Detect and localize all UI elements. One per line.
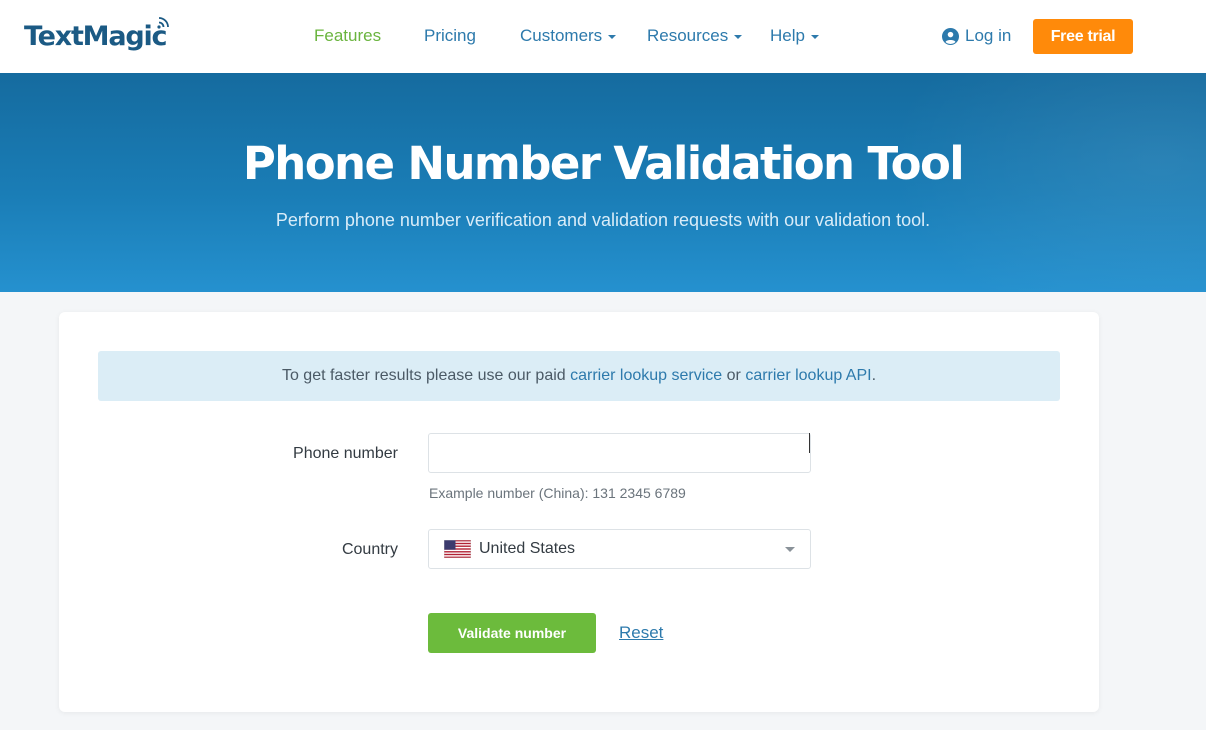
chevron-down-icon <box>734 35 743 39</box>
phone-number-input[interactable] <box>428 433 811 473</box>
nav-features[interactable]: Features <box>314 26 381 46</box>
notice-middle: or <box>722 367 746 384</box>
carrier-lookup-service-link[interactable]: carrier lookup service <box>570 367 722 385</box>
nav-customers[interactable]: Customers <box>520 26 617 46</box>
country-label: Country <box>341 541 398 558</box>
validate-number-button[interactable]: Validate number <box>428 613 596 653</box>
logo-text: TextMagic <box>24 20 168 52</box>
info-notice: To get faster results please use our pai… <box>98 351 1060 401</box>
example-number-hint: Example number (China): 131 2345 6789 <box>429 485 686 501</box>
login-label: Log in <box>965 26 1012 45</box>
notice-prefix: To get faster results please use our pai… <box>281 367 571 384</box>
nav-pricing[interactable]: Pricing <box>424 26 476 46</box>
hero-banner: Phone Number Validation Tool Perform pho… <box>0 73 1206 292</box>
login-link[interactable]: Log in <box>942 26 1011 46</box>
selected-country: United States <box>479 540 576 557</box>
chevron-down-icon <box>810 35 819 39</box>
user-circle-icon <box>942 27 959 45</box>
us-flag-icon <box>444 540 471 558</box>
carrier-lookup-api-link[interactable]: carrier lookup API <box>745 367 871 385</box>
nav-resources-label: Resources <box>647 26 729 45</box>
nav-pricing-label: Pricing <box>424 26 476 45</box>
nav-help[interactable]: Help <box>770 26 819 46</box>
nav-help-label: Help <box>770 26 805 45</box>
page-title: Phone Number Validation Tool <box>242 137 965 190</box>
country-select[interactable]: United States <box>428 529 811 569</box>
nav-features-label: Features <box>314 26 382 45</box>
text-cursor <box>809 433 810 453</box>
chevron-down-icon <box>785 547 795 552</box>
notice-suffix: . <box>871 367 877 384</box>
page-subtitle: Perform phone number verification and va… <box>275 210 931 230</box>
phone-number-label: Phone number <box>293 445 398 462</box>
signal-waves-icon <box>157 17 170 29</box>
free-trial-button[interactable]: Free trial <box>1033 19 1133 54</box>
chevron-down-icon <box>608 35 617 39</box>
validation-form-card: To get faster results please use our pai… <box>59 312 1099 712</box>
nav-resources[interactable]: Resources <box>647 26 743 46</box>
textmagic-logo[interactable]: TextMagic <box>24 16 170 56</box>
nav-customers-label: Customers <box>520 26 603 45</box>
reset-link[interactable]: Reset <box>619 623 663 643</box>
top-navigation-bar: TextMagic Features Pricing Customers Res… <box>0 0 1206 73</box>
